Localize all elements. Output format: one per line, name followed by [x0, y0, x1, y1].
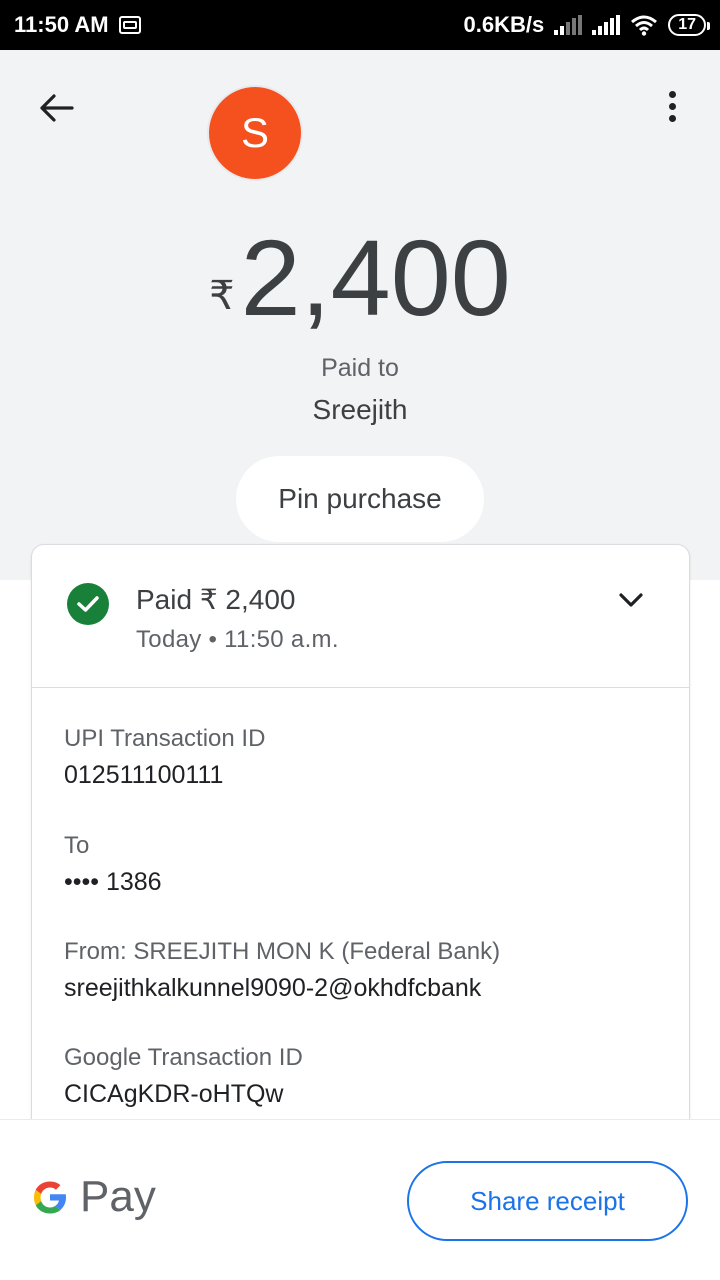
summary-row[interactable]: Paid ₹ 2,400 Today • 11:50 a.m.: [32, 545, 689, 688]
payee-avatar: S: [209, 87, 301, 179]
status-time: 11:50 AM: [14, 12, 109, 37]
footer-bar: Pay Share receipt: [0, 1119, 720, 1280]
status-left: 11:50 AM: [14, 12, 141, 38]
detail-from: From: SREEJITH MON K (Federal Bank) sree…: [64, 938, 500, 1003]
status-bar: 11:50 AM 0.6KB/s 17: [0, 0, 720, 50]
detail-upi-id: UPI Transaction ID 012511100111: [64, 725, 265, 790]
pin-purchase-button[interactable]: Pin purchase: [236, 456, 484, 542]
google-g-icon: [34, 1181, 66, 1214]
net-speed: 0.6KB/s: [463, 12, 545, 37]
summary-subtitle: Today • 11:50 a.m.: [136, 626, 339, 653]
payee-name: Sreejith: [312, 394, 408, 425]
detail-value: •••• 1386: [64, 868, 162, 896]
detail-label: Google Transaction ID: [64, 1044, 303, 1071]
detail-label: To: [64, 832, 90, 859]
back-button[interactable]: [34, 86, 78, 130]
summary-title: Paid ₹ 2,400: [136, 584, 296, 615]
detail-google-id: Google Transaction ID CICAgKDR-oHTQw: [64, 1044, 303, 1109]
check-circle-icon: [67, 583, 109, 625]
gpay-logo: Pay: [30, 1172, 156, 1222]
gpay-wordmark: Pay: [80, 1172, 156, 1221]
battery-indicator: 17: [668, 14, 710, 36]
detail-value: sreejithkalkunnel9090-2@okhdfcbank: [64, 974, 482, 1002]
wifi-icon: [631, 15, 658, 36]
transaction-details-card: Paid ₹ 2,400 Today • 11:50 a.m. UPI Tran…: [32, 545, 689, 1165]
paid-to-label: Paid to: [321, 354, 399, 382]
payment-amount: ₹2,400: [0, 218, 720, 338]
notification-icon: [118, 16, 141, 34]
more-vert-icon: [668, 90, 676, 98]
share-receipt-button[interactable]: Share receipt: [407, 1161, 688, 1241]
status-right: 0.6KB/s 17: [463, 12, 710, 38]
transaction-header: S ₹2,400 Paid to Sreejith Pin purchase: [0, 50, 720, 580]
signal-sim2-icon: [592, 15, 621, 35]
amount-value: 2,400: [240, 217, 511, 338]
detail-label: UPI Transaction ID: [64, 725, 266, 752]
signal-sim1-icon: [554, 15, 583, 35]
detail-label: From: SREEJITH MON K (Federal Bank): [64, 938, 501, 965]
more-options-button[interactable]: [652, 84, 692, 128]
chevron-down-icon[interactable]: [613, 585, 649, 615]
detail-value: CICAgKDR-oHTQw: [64, 1080, 284, 1108]
detail-to: To •••• 1386: [64, 832, 162, 897]
detail-value: 012511100111: [64, 761, 224, 789]
back-arrow-icon: [40, 94, 74, 122]
currency-symbol: ₹: [209, 274, 235, 318]
